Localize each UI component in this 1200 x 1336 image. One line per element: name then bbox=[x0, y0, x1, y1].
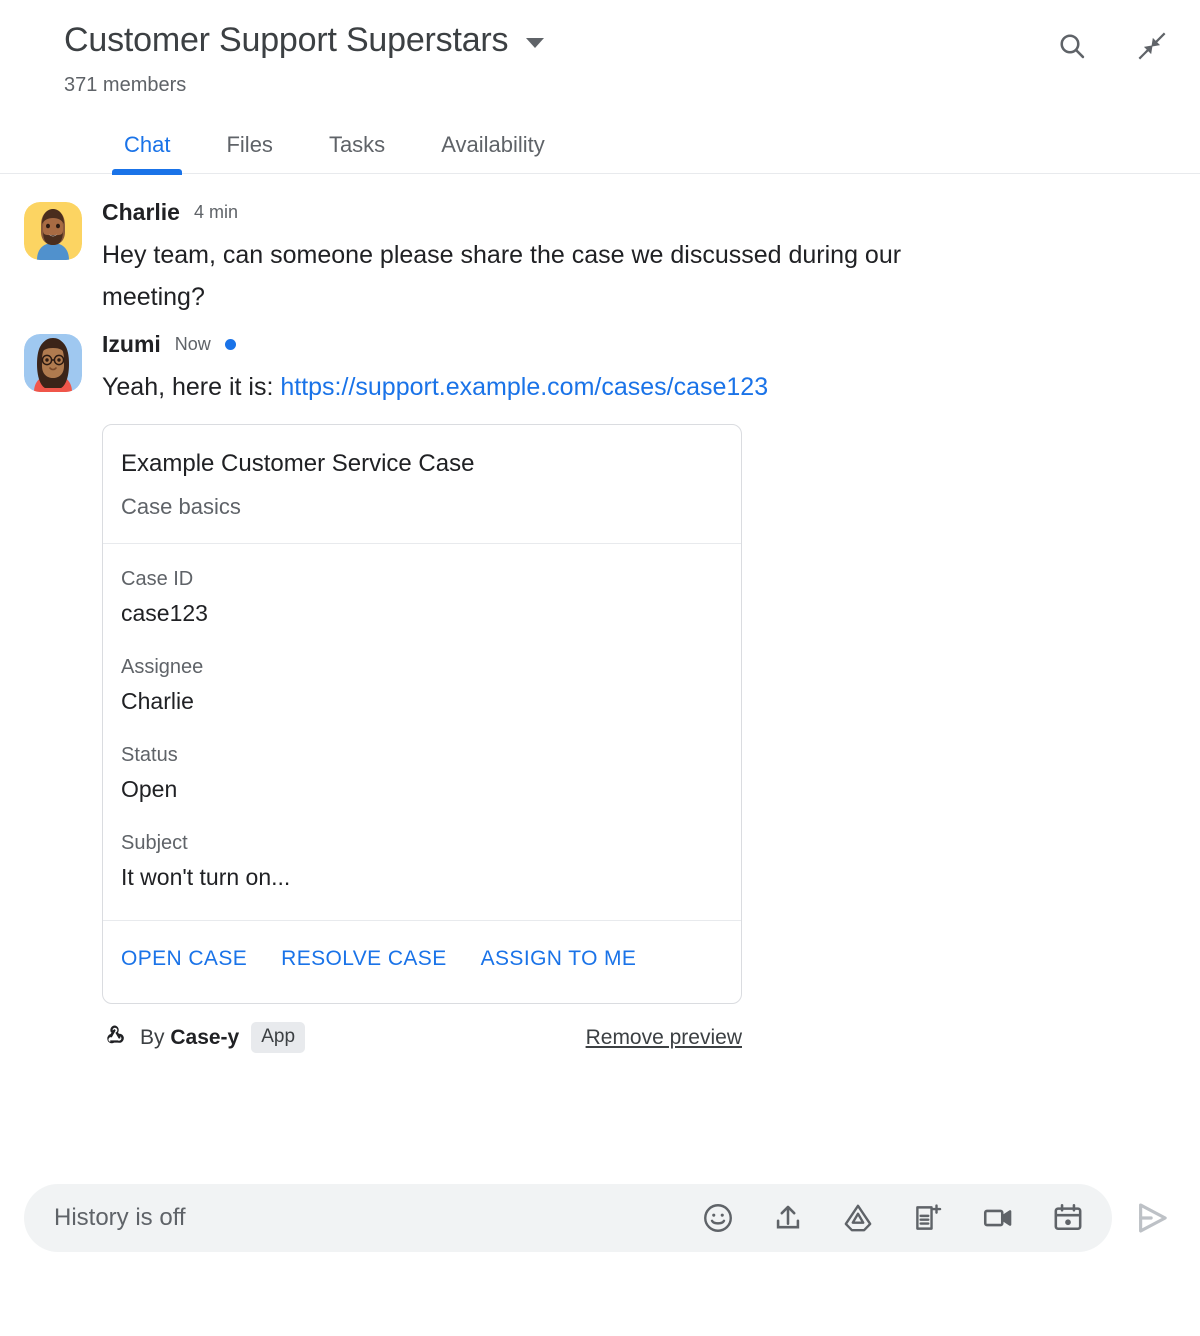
case-preview-card: Example Customer Service Case Case basic… bbox=[102, 424, 742, 1004]
compose-icons bbox=[696, 1196, 1090, 1240]
open-case-button[interactable]: OPEN CASE bbox=[121, 947, 247, 971]
attribution-text: By Case-y bbox=[140, 1025, 239, 1051]
field-status: Status Open bbox=[121, 742, 723, 804]
tab-availability-label: Availability bbox=[441, 132, 545, 157]
message-timestamp: Now bbox=[174, 334, 211, 354]
message-charlie: Charlie 4 min Hey team, can someone plea… bbox=[24, 196, 1176, 318]
unread-indicator-dot bbox=[224, 338, 236, 350]
field-label: Subject bbox=[121, 832, 188, 854]
message-meta: Charlie 4 min bbox=[102, 198, 1176, 226]
message-timestamp: 4 min bbox=[193, 202, 238, 222]
member-count: 371 members bbox=[64, 74, 187, 96]
resolve-case-button[interactable]: RESOLVE CASE bbox=[281, 947, 446, 971]
new-document-icon[interactable] bbox=[906, 1196, 950, 1240]
message-sender: Izumi bbox=[102, 331, 161, 357]
field-assignee: Assignee Charlie bbox=[121, 654, 723, 716]
field-label: Assignee bbox=[121, 656, 204, 678]
room-title-row[interactable]: Customer Support Superstars bbox=[64, 18, 1176, 62]
card-actions: OPEN CASE RESOLVE CASE ASSIGN TO ME bbox=[103, 921, 741, 1003]
message-izumi: Izumi Now Yeah, here it is: https://supp… bbox=[24, 328, 1176, 1053]
tab-tasks-label: Tasks bbox=[328, 132, 386, 157]
message-link[interactable]: https://support.example.com/cases/case12… bbox=[280, 373, 768, 401]
emoji-icon[interactable] bbox=[696, 1196, 740, 1240]
chevron-down-icon[interactable] bbox=[526, 38, 545, 48]
field-label: Case ID bbox=[121, 568, 194, 590]
send-icon[interactable] bbox=[1124, 1190, 1180, 1246]
app-badge: App bbox=[251, 1022, 306, 1053]
message-text: Hey team, can someone please share the c… bbox=[102, 241, 902, 311]
remove-preview-link[interactable]: Remove preview bbox=[586, 1025, 742, 1051]
message-text-prefix: Yeah, here it is: bbox=[102, 373, 281, 401]
card-title: Example Customer Service Case bbox=[121, 450, 475, 477]
avatar-charlie[interactable] bbox=[24, 202, 82, 260]
card-fields: Case ID case123 Assignee Charlie Status … bbox=[103, 544, 741, 920]
message-list: Charlie 4 min Hey team, can someone plea… bbox=[0, 174, 1200, 1053]
avatar-izumi[interactable] bbox=[24, 334, 82, 392]
message-sender: Charlie bbox=[102, 199, 180, 225]
field-value: It won't turn on... bbox=[121, 864, 291, 890]
attribution-app-name: Case-y bbox=[170, 1025, 240, 1049]
field-value: Open bbox=[121, 776, 178, 802]
tab-chat[interactable]: Chat bbox=[96, 131, 198, 175]
message-meta: Izumi Now bbox=[102, 330, 1176, 358]
attribution-left: By Case-y App bbox=[102, 1022, 306, 1053]
field-subject: Subject It won't turn on... bbox=[121, 830, 723, 892]
page-title: Customer Support Superstars bbox=[64, 21, 509, 59]
card-subtitle: Case basics bbox=[121, 494, 241, 519]
attribution-by: By bbox=[140, 1025, 171, 1049]
field-case-id: Case ID case123 bbox=[121, 566, 723, 628]
tab-files[interactable]: Files bbox=[198, 131, 300, 173]
tab-files-label: Files bbox=[226, 132, 273, 157]
tab-tasks[interactable]: Tasks bbox=[301, 131, 413, 173]
compose-bar[interactable]: History is off bbox=[24, 1184, 1112, 1252]
compose-area: History is off bbox=[24, 1184, 1180, 1252]
field-value: case123 bbox=[121, 600, 208, 626]
collapse-icon[interactable] bbox=[1132, 26, 1172, 66]
message-input[interactable]: History is off bbox=[54, 1203, 696, 1233]
card-header: Example Customer Service Case Case basic… bbox=[103, 425, 741, 543]
calendar-icon[interactable] bbox=[1046, 1196, 1090, 1240]
field-value: Charlie bbox=[121, 688, 194, 714]
header-actions bbox=[1052, 26, 1172, 66]
message-text: Yeah, here it is: https://support.exampl… bbox=[102, 366, 1002, 408]
google-drive-icon[interactable] bbox=[836, 1196, 880, 1240]
webhook-icon bbox=[102, 1022, 128, 1053]
tab-bar: Chat Files Tasks Availability bbox=[0, 120, 1200, 175]
assign-to-me-button[interactable]: ASSIGN TO ME bbox=[481, 947, 637, 971]
search-icon[interactable] bbox=[1052, 26, 1092, 66]
tab-availability[interactable]: Availability bbox=[413, 131, 573, 173]
card-attribution: By Case-y App Remove preview bbox=[102, 1022, 742, 1053]
field-label: Status bbox=[121, 744, 178, 766]
chat-header: Customer Support Superstars 371 members bbox=[0, 0, 1200, 98]
video-camera-icon[interactable] bbox=[976, 1196, 1020, 1240]
tab-chat-label: Chat bbox=[124, 132, 171, 157]
upload-icon[interactable] bbox=[766, 1196, 810, 1240]
